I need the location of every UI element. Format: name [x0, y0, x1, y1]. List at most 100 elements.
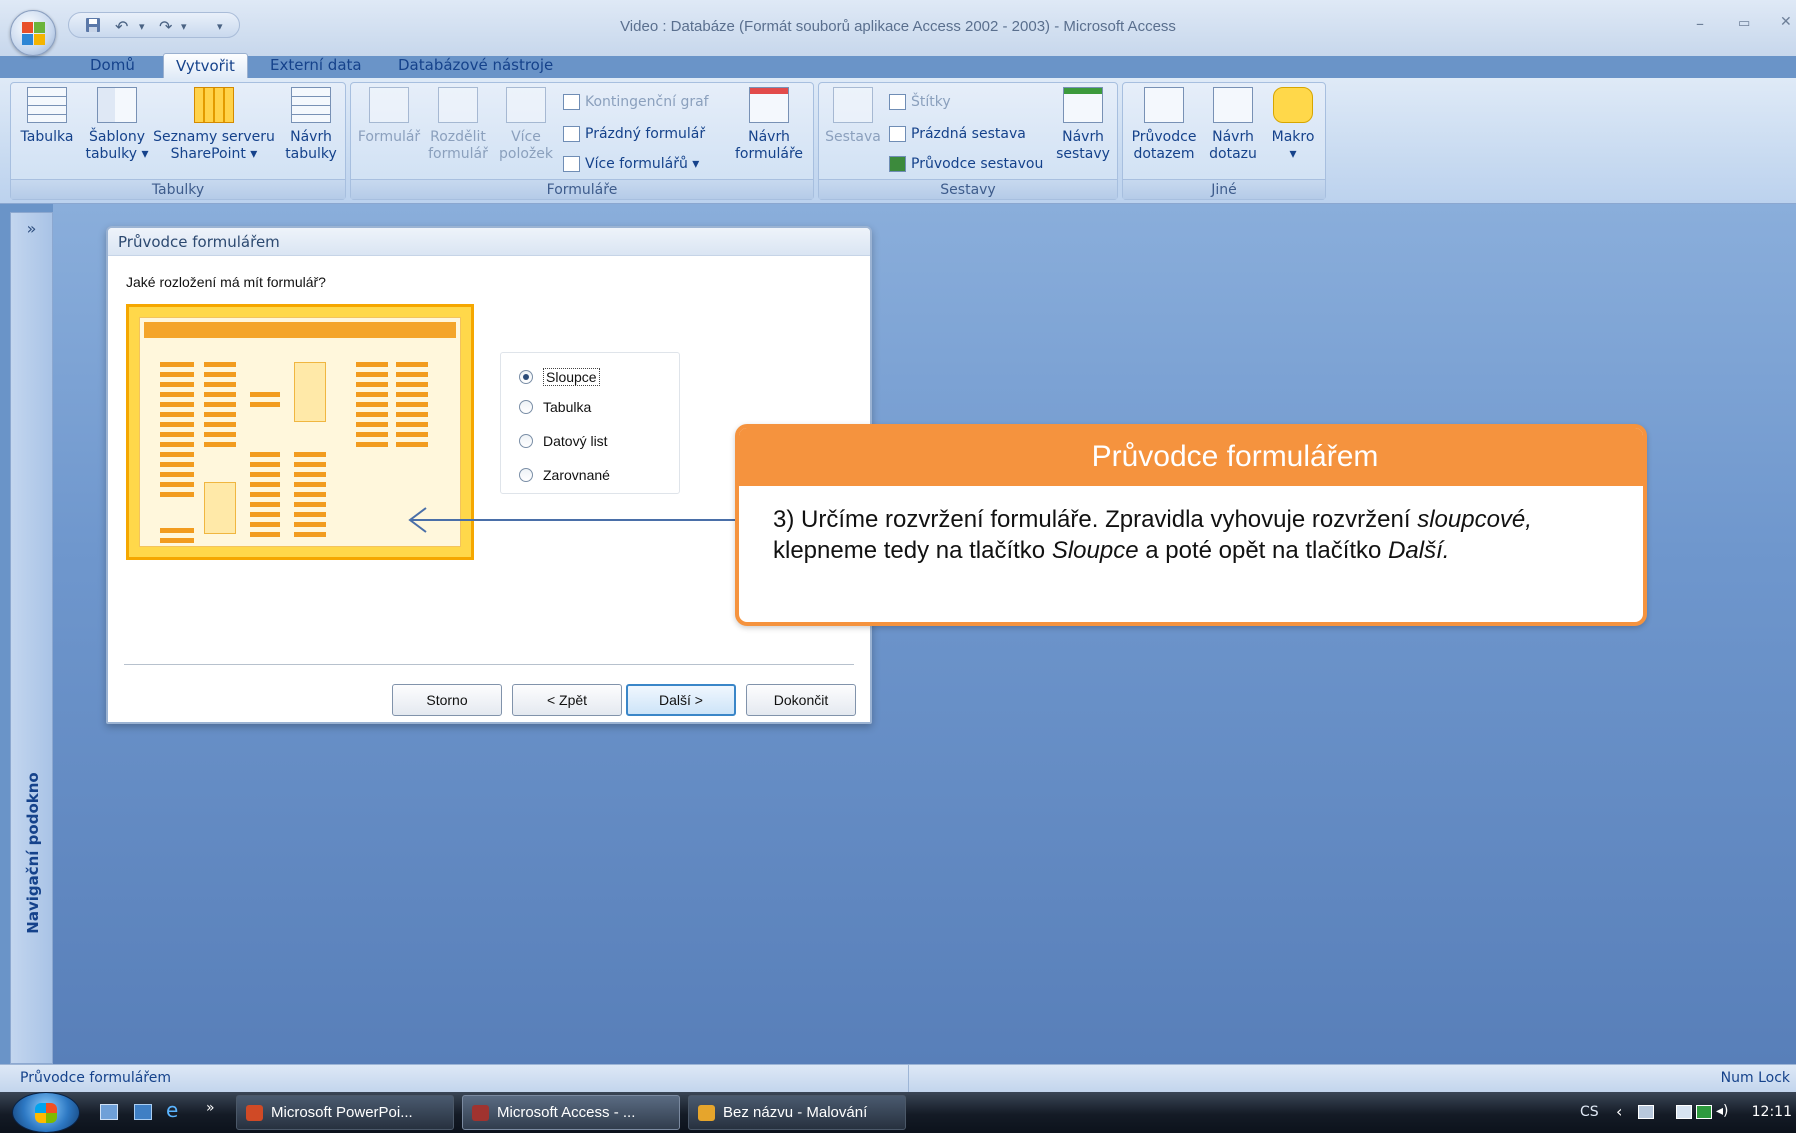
preview-field-bar — [294, 522, 326, 527]
tray-app-icon[interactable] — [1676, 1105, 1692, 1119]
system-tray: CS ‹ ◂) 12:11 — [1566, 1092, 1796, 1133]
tray-status-icon[interactable] — [1696, 1105, 1712, 1119]
preview-field-bar — [204, 412, 236, 417]
language-indicator[interactable]: CS — [1580, 1104, 1599, 1120]
more-forms-button[interactable]: Více formulářů ▾ — [561, 153, 699, 175]
preview-field-bar — [356, 382, 388, 387]
radio-icon[interactable] — [519, 400, 533, 414]
tray-expand-icon[interactable]: ‹ — [1616, 1102, 1622, 1121]
task-access[interactable]: Microsoft Access - ... — [462, 1095, 680, 1130]
preview-field-bar — [294, 472, 326, 477]
preview-field-bar — [160, 472, 194, 477]
preview-field-bar — [396, 392, 428, 397]
blank-report-button[interactable]: Prázdná sestava — [887, 123, 1026, 145]
preview-field-bar — [204, 362, 236, 367]
expand-nav-pane-icon[interactable]: » — [11, 219, 52, 238]
pivot-chart-icon — [563, 94, 580, 110]
preview-field-bar — [356, 362, 388, 367]
cancel-button[interactable]: Storno — [392, 684, 502, 716]
minimize-button[interactable]: – — [1696, 14, 1704, 33]
preview-field-bar — [160, 482, 194, 487]
paint-icon — [698, 1105, 715, 1121]
form-button[interactable]: Formulář — [357, 87, 421, 146]
finish-button[interactable]: Dokončit — [746, 684, 856, 716]
task-paint[interactable]: Bez názvu - Malování — [688, 1095, 906, 1130]
multiple-items-button[interactable]: Více položek — [495, 87, 557, 163]
preview-field-bar — [250, 512, 280, 517]
internet-explorer-icon[interactable]: e — [166, 1098, 184, 1122]
more-forms-icon — [563, 156, 580, 172]
start-button[interactable] — [12, 1092, 80, 1133]
blank-form-icon — [563, 126, 580, 142]
preview-field-bar — [204, 372, 236, 377]
status-bar: Průvodce formulářem Num Lock — [0, 1064, 1796, 1093]
preview-field-bar — [250, 452, 280, 457]
form-design-button[interactable]: Návrh formuláře — [729, 87, 809, 163]
dialog-separator — [124, 664, 854, 665]
option-tabulka[interactable]: Tabulka — [519, 397, 591, 417]
window-switcher-icon[interactable] — [134, 1104, 152, 1120]
macro-button[interactable]: Makro ▾ — [1265, 87, 1321, 163]
preview-field-bar — [294, 482, 326, 487]
status-text: Průvodce formulářem — [20, 1070, 172, 1086]
sablony-tabulky-button[interactable]: Šablony tabulky ▾ — [85, 87, 149, 163]
report-design-icon — [1063, 87, 1103, 123]
tab-databazove-nastroje[interactable]: Databázové nástroje — [386, 53, 565, 79]
preview-field-bar — [160, 432, 194, 437]
option-zarovnane[interactable]: Zarovnané — [519, 465, 610, 485]
office-button[interactable] — [10, 10, 56, 56]
group-formulare: Formulář Rozdělit formulář Více položek Ko… — [350, 82, 814, 200]
query-design-button[interactable]: Návrh dotazu — [1203, 87, 1263, 163]
blank-form-button[interactable]: Prázdný formulář — [561, 123, 705, 145]
volume-icon[interactable]: ◂) — [1716, 1103, 1729, 1119]
ribbon-tabs: Domů Vytvořit Externí data Databázové ná… — [0, 50, 1796, 79]
preview-field-bar — [396, 442, 428, 447]
restore-button[interactable]: ▭ — [1738, 16, 1750, 31]
labels-button[interactable]: Štítky — [887, 91, 951, 113]
option-sloupce[interactable]: Sloupce — [519, 367, 600, 387]
radio-checked-icon[interactable] — [519, 370, 533, 384]
back-button[interactable]: < Zpět — [512, 684, 622, 716]
report-design-button[interactable]: Návrh sestavy — [1053, 87, 1113, 163]
option-datovy-list[interactable]: Datový list — [519, 431, 608, 451]
split-form-icon — [438, 87, 478, 123]
query-wizard-button[interactable]: Průvodce dotazem — [1127, 87, 1201, 163]
macro-scroll-icon — [1273, 87, 1313, 123]
preview-field-bar — [294, 462, 326, 467]
callout-title: Průvodce formulářem — [739, 428, 1643, 486]
preview-field-bar — [250, 492, 280, 497]
report-wizard-button[interactable]: Průvodce sestavou — [887, 153, 1043, 175]
tab-domu[interactable]: Domů — [78, 53, 147, 79]
group-label-tabulky: Tabulky — [11, 179, 345, 199]
quick-launch-more-icon[interactable]: » — [206, 1100, 224, 1116]
preview-field-bar — [160, 412, 194, 417]
close-button[interactable]: ✕ — [1780, 14, 1792, 30]
preview-field-bar — [250, 472, 280, 477]
show-desktop-icon[interactable] — [100, 1104, 118, 1120]
table-design-button[interactable]: Návrh tabulky — [279, 87, 343, 163]
report-wizard-icon — [889, 156, 906, 172]
tab-externi-data[interactable]: Externí data — [258, 53, 374, 79]
group-jine: Průvodce dotazem Návrh dotazu Makro ▾ Jiné — [1122, 82, 1326, 200]
preview-field-bar — [356, 442, 388, 447]
sharepoint-lists-button[interactable]: Seznamy serveru SharePoint ▾ — [153, 87, 275, 163]
pivot-chart-button[interactable]: Kontingenční graf — [561, 91, 709, 113]
tabulka-button[interactable]: Tabulka — [15, 87, 79, 146]
preview-field-bar — [160, 382, 194, 387]
tab-vytvorit[interactable]: Vytvořit — [163, 53, 248, 79]
task-powerpoint[interactable]: Microsoft PowerPoi... — [236, 1095, 454, 1130]
navigation-pane[interactable]: » Navigační podokno — [10, 212, 53, 1064]
report-button[interactable]: Sestava — [823, 87, 883, 146]
network-icon[interactable] — [1638, 1105, 1654, 1119]
office-logo-icon — [22, 22, 46, 46]
split-form-button[interactable]: Rozdělit formulář — [425, 87, 491, 163]
preview-field-bar — [396, 432, 428, 437]
preview-field-bar — [250, 502, 280, 507]
radio-icon[interactable] — [519, 434, 533, 448]
radio-icon[interactable] — [519, 468, 533, 482]
preview-field-bar — [250, 532, 280, 537]
form-icon — [369, 87, 409, 123]
preview-field-box — [294, 362, 326, 422]
clock[interactable]: 12:11 — [1752, 1104, 1792, 1120]
next-button[interactable]: Další > — [626, 684, 736, 716]
